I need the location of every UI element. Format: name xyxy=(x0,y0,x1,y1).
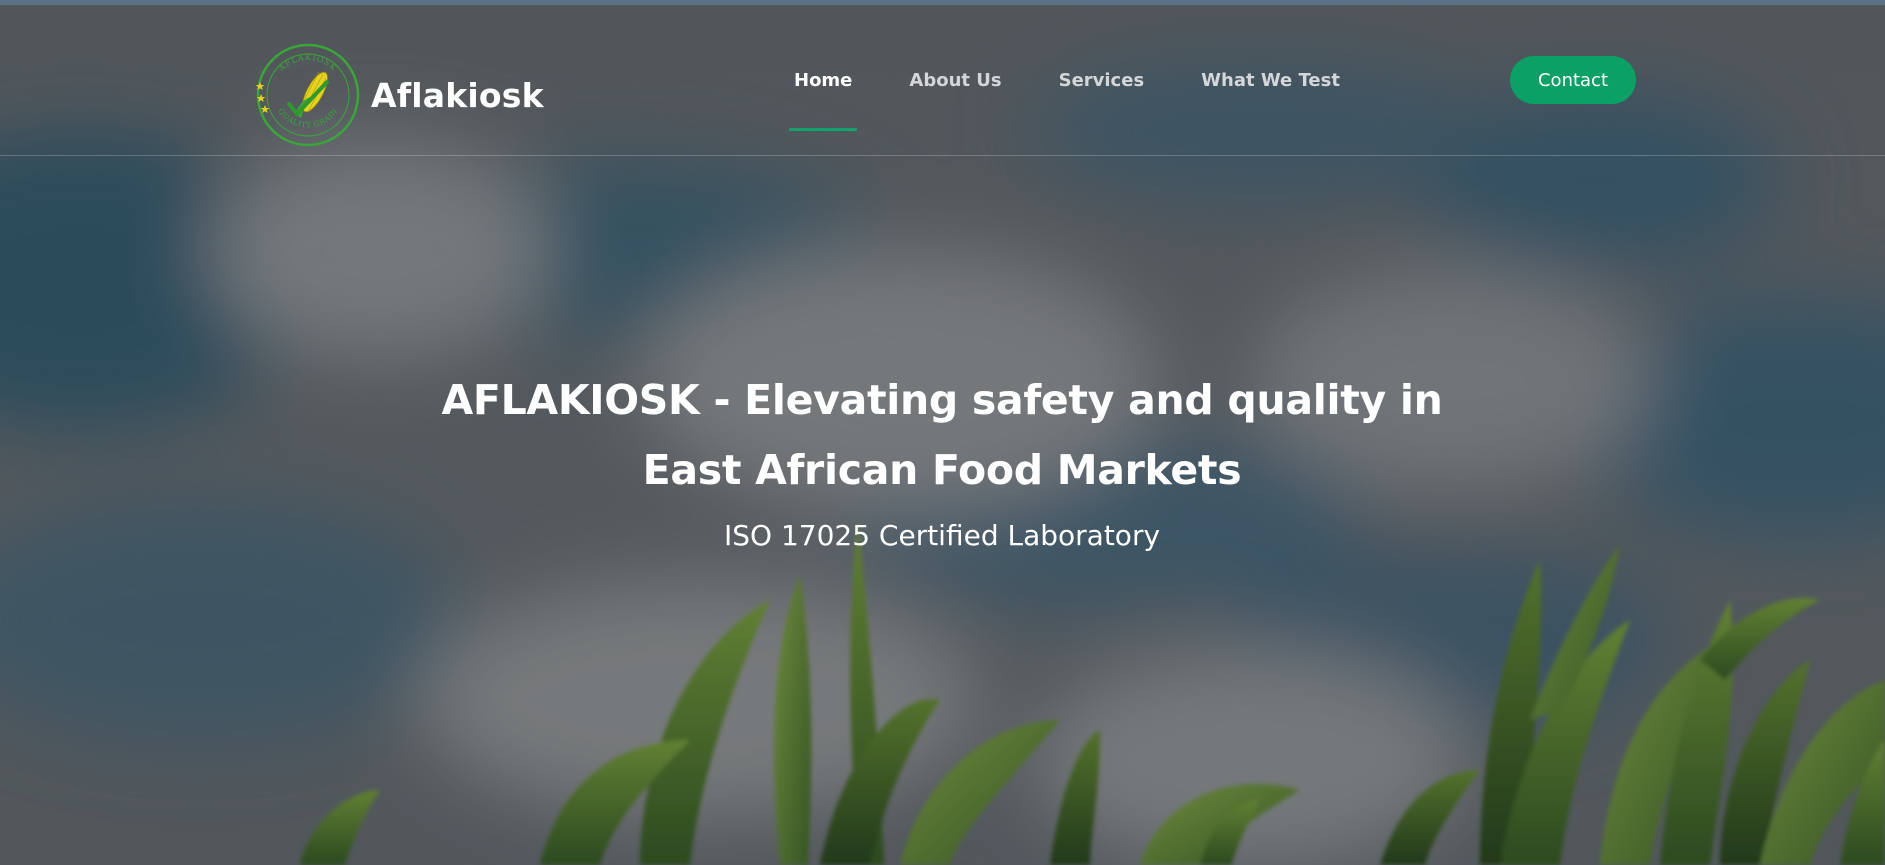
nav-item-home[interactable]: Home xyxy=(784,62,862,131)
nav-item-what-we-test[interactable]: What We Test xyxy=(1191,62,1350,125)
nav-item-label: Home xyxy=(794,70,853,91)
logo-ring-text-top: AFLAKIOSK xyxy=(276,53,337,74)
hero-title: AFLAKIOSK - Elevating safety and quality… xyxy=(441,376,1443,494)
nav-item-about-us[interactable]: About Us xyxy=(899,62,1011,125)
page: AFLAKIOSK QUALITY GRAIN Aflakiosk Home A… xyxy=(0,0,1885,865)
brand-name: Aflakiosk xyxy=(371,75,544,115)
hero-section: AFLAKIOSK - Elevating safety and quality… xyxy=(392,365,1492,553)
svg-text:AFLAKIOSK: AFLAKIOSK xyxy=(276,53,338,74)
corn-checkmark-badge-icon: AFLAKIOSK QUALITY GRAIN xyxy=(255,43,360,147)
brand-home-link[interactable]: AFLAKIOSK QUALITY GRAIN Aflakiosk xyxy=(255,42,544,148)
nav-active-underline xyxy=(789,128,858,131)
site-header: AFLAKIOSK QUALITY GRAIN Aflakiosk Home A… xyxy=(0,5,1885,156)
nav-item-label: What We Test xyxy=(1201,70,1340,91)
main-nav: Home About Us Services What We Test xyxy=(784,62,1387,131)
hero-subtitle: ISO 17025 Certified Laboratory xyxy=(723,519,1161,552)
nav-item-label: Services xyxy=(1058,70,1145,91)
nav-item-services[interactable]: Services xyxy=(1049,62,1155,125)
nav-item-label: About Us xyxy=(909,70,1002,91)
contact-button[interactable]: Contact xyxy=(1510,56,1636,104)
